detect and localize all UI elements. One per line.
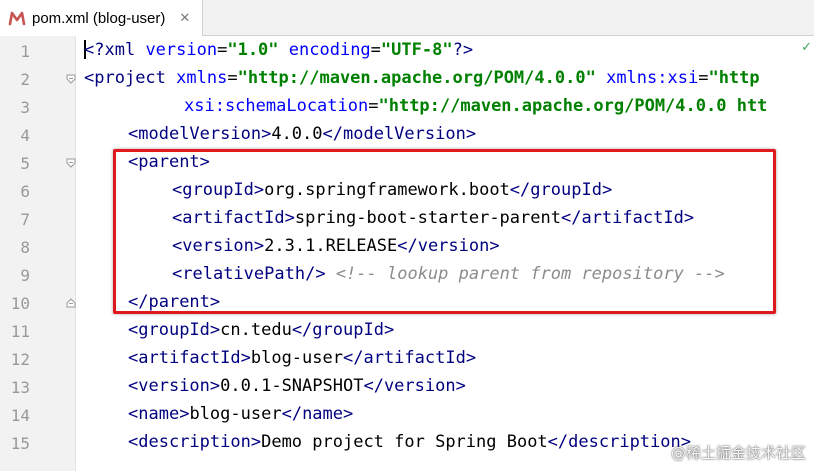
editor-tab-bar: pom.xml (blog-user) ✕	[0, 0, 814, 36]
line-number: 5	[20, 154, 30, 173]
line-number: 7	[20, 210, 30, 229]
line-number: 13	[10, 378, 30, 397]
fold-end-icon[interactable]	[66, 298, 76, 308]
line-number: 14	[10, 406, 30, 425]
line-number: 11	[10, 322, 30, 341]
tab-pom-xml[interactable]: pom.xml (blog-user) ✕	[0, 0, 204, 36]
inspection-ok-icon[interactable]: ✓	[801, 40, 812, 55]
code-line: <name>blog-user</name>	[128, 404, 354, 424]
line-number: 2	[20, 70, 30, 89]
fold-collapse-icon[interactable]	[66, 158, 76, 168]
code-line: <version>0.0.1-SNAPSHOT</version>	[128, 376, 466, 396]
code-line: xsi:schemaLocation="http://maven.apache.…	[184, 96, 768, 116]
line-number: 4	[20, 126, 30, 145]
maven-icon	[8, 11, 26, 26]
fold-collapse-icon[interactable]	[66, 74, 76, 84]
line-number: 8	[20, 238, 30, 257]
code-line: <description>Demo project for Spring Boo…	[128, 432, 691, 452]
line-number: 6	[20, 182, 30, 201]
line-number: 12	[10, 350, 30, 369]
line-number-gutter: 1 2 3 4 5 6 7 8 9 10 11 12 13 14 15	[0, 36, 76, 471]
code-line: <?xml version="1.0" encoding="UTF-8"?>	[84, 40, 474, 60]
line-number: 9	[20, 266, 30, 285]
line-number: 10	[10, 294, 30, 313]
watermark: @稀土掘金技术社区	[670, 444, 806, 462]
line-number: 15	[10, 434, 30, 453]
tab-label: pom.xml (blog-user)	[32, 9, 166, 27]
code-line: <modelVersion>4.0.0</modelVersion>	[128, 124, 477, 144]
close-icon[interactable]: ✕	[179, 11, 190, 26]
code-line: <project xmlns="http://maven.apache.org/…	[84, 68, 760, 88]
code-line: <groupId>cn.tedu</groupId>	[128, 320, 395, 340]
parent-highlight-box	[113, 149, 776, 314]
code-line: <artifactId>blog-user</artifactId>	[128, 348, 477, 368]
line-number: 3	[20, 98, 30, 117]
line-number: 1	[20, 42, 30, 61]
